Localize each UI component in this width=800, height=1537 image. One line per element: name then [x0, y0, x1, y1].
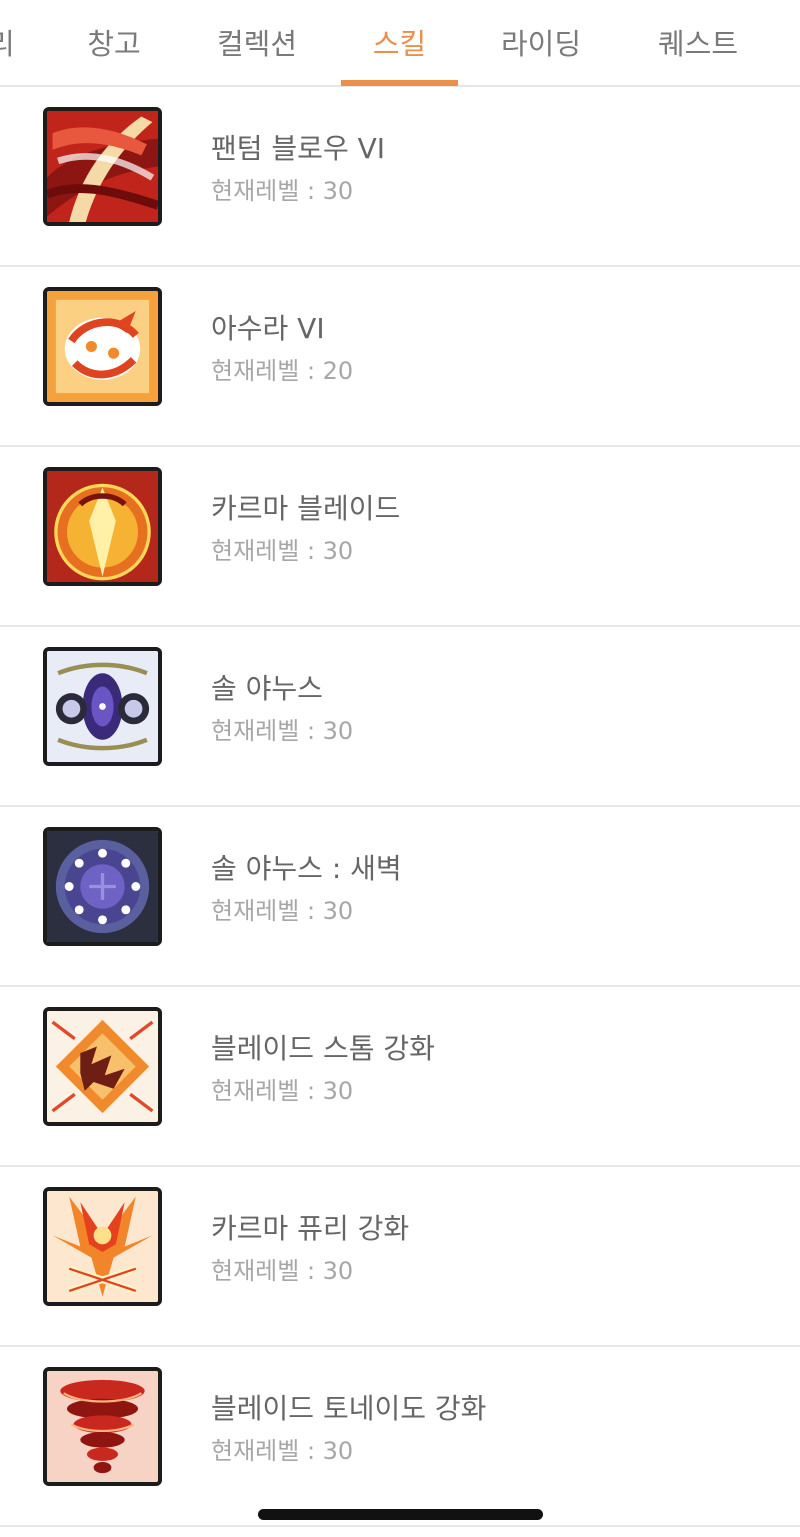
active-tab-indicator [341, 80, 458, 86]
skill-name: 팬텀 블로우 VI [211, 132, 386, 165]
tab-partial[interactable]: 리 [0, 0, 15, 87]
orange-whirlwind-icon [43, 287, 162, 406]
tab-storage[interactable]: 창고 [72, 0, 156, 87]
skill-name: 블레이드 토네이도 강화 [211, 1392, 487, 1425]
tab-collection[interactable]: 컬렉션 [202, 0, 312, 87]
tab-skill[interactable]: 스킬 [341, 0, 458, 87]
red-slash-icon [43, 107, 162, 226]
skill-row[interactable]: 카르마 블레이드 현재레벨 : 30 [0, 447, 800, 627]
skill-level: 현재레벨 : 30 [211, 717, 354, 745]
skill-row[interactable]: 팬텀 블로우 VI 현재레벨 : 30 [0, 87, 800, 267]
karma-fury-icon [43, 1187, 162, 1306]
tab-bar: 리 창고 컬렉션 스킬 라이딩 퀘스트 [0, 0, 800, 87]
skill-level: 현재레벨 : 30 [211, 177, 354, 205]
skill-level: 현재레벨 : 30 [211, 1077, 354, 1105]
dark-portal-icon [43, 827, 162, 946]
skill-name: 카르마 블레이드 [211, 492, 401, 525]
skill-row[interactable]: 블레이드 토네이도 강화 현재레벨 : 30 [0, 1347, 800, 1527]
skill-level: 현재레벨 : 30 [211, 1437, 354, 1465]
skill-level: 현재레벨 : 30 [211, 1257, 354, 1285]
skill-row[interactable]: 블레이드 스톰 강화 현재레벨 : 30 [0, 987, 800, 1167]
twin-portal-icon [43, 647, 162, 766]
golden-aura-icon [43, 467, 162, 586]
tab-quest[interactable]: 퀘스트 [643, 0, 753, 87]
tab-riding[interactable]: 라이딩 [486, 0, 596, 87]
skill-name: 솔 야누스 [211, 672, 323, 705]
skill-row[interactable]: 솔 야누스 : 새벽 현재레벨 : 30 [0, 807, 800, 987]
red-tornado-icon [43, 1367, 162, 1486]
skill-name: 솔 야누스 : 새벽 [211, 852, 402, 885]
skill-row[interactable]: 카르마 퓨리 강화 현재레벨 : 30 [0, 1167, 800, 1347]
skill-row[interactable]: 솔 야누스 현재레벨 : 30 [0, 627, 800, 807]
skill-level: 현재레벨 : 30 [211, 537, 354, 565]
skill-name: 아수라 VI [211, 312, 325, 345]
skill-level: 현재레벨 : 30 [211, 897, 354, 925]
skill-row[interactable]: 아수라 VI 현재레벨 : 20 [0, 267, 800, 447]
skill-level: 현재레벨 : 20 [211, 357, 354, 385]
blade-storm-icon [43, 1007, 162, 1126]
skill-name: 카르마 퓨리 강화 [211, 1212, 410, 1245]
home-indicator[interactable] [258, 1509, 543, 1520]
skill-name: 블레이드 스톰 강화 [211, 1032, 435, 1065]
